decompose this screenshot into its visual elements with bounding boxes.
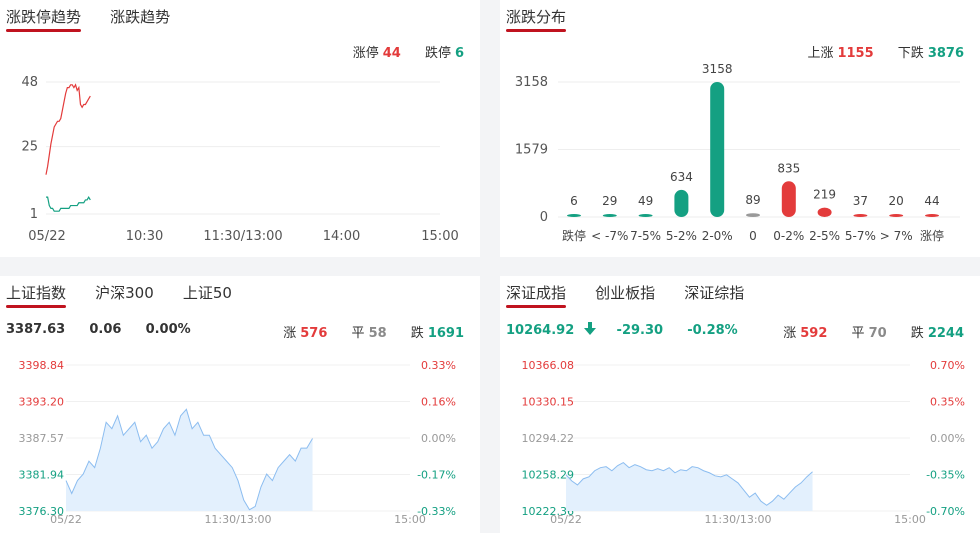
x-tick-label: 15:00 <box>421 229 458 244</box>
category-label: 5-7% <box>845 229 876 243</box>
x-tick-label: 11:30/13:00 <box>704 513 771 526</box>
index-area <box>66 409 313 511</box>
pct-tick-label: -0.35% <box>926 469 965 482</box>
bar-value-label: 634 <box>670 170 693 184</box>
distribution-bar <box>638 214 653 217</box>
y-tick-label: 1 <box>30 207 38 222</box>
pct-tick-label: 0.00% <box>421 432 456 445</box>
x-tick-label: 14:00 <box>323 229 360 244</box>
y-tick-label: 3381.94 <box>19 469 65 482</box>
pct-tick-label: 0.16% <box>421 396 456 409</box>
distribution-bar <box>853 214 868 217</box>
category-label: 0 <box>749 229 757 243</box>
distribution-bar <box>925 214 939 217</box>
distribution-panel: 涨跌分布 上涨 1155 下跌 3876 3158 1579 0 6 跌停 29 < -7% 49… <box>500 0 980 257</box>
category-label: 5-2% <box>666 229 697 243</box>
category-label: 0-2% <box>773 229 804 243</box>
sz-index-panel: 深证成指 创业板指 深证综指 10264.92 -29.30 -0.28% 涨5… <box>500 276 980 533</box>
series-line <box>46 195 91 212</box>
pct-tick-label: -0.17% <box>417 469 456 482</box>
pct-tick-label: 0.33% <box>421 359 456 372</box>
y-tick-label: 10366.08 <box>522 359 575 372</box>
x-tick-label: 05/22 <box>28 229 65 244</box>
y-tick-label: 3398.84 <box>19 359 65 372</box>
pct-tick-label: 0.70% <box>930 359 965 372</box>
limit-trend-panel: 涨跌停趋势 涨跌趋势 涨停 44 跌停 6 48 25 1 05/22 10:30 11:30… <box>0 0 480 257</box>
y-tick-label: 25 <box>21 140 38 155</box>
y-tick-label: 3387.57 <box>19 432 65 445</box>
distribution-bar <box>602 214 617 217</box>
bar-value-label: 835 <box>777 161 800 175</box>
category-label: 7-5% <box>630 229 661 243</box>
limit-trend-chart: 48 25 1 05/22 10:30 11:30/13:00 14:00 15:00 <box>21 75 458 244</box>
distribution-chart: 3158 1579 0 6 跌停 29 < -7% 49 7-5% 634 5-2% 3158 2-0%… <box>515 62 960 243</box>
distribution-bar <box>889 214 904 217</box>
bar-value-label: 89 <box>745 193 760 207</box>
y-tick-label: 3158 <box>515 75 548 90</box>
bar-value-label: 6 <box>570 194 578 208</box>
x-tick-label: 11:30/13:00 <box>203 229 282 244</box>
distribution-bar <box>567 214 581 217</box>
category-label: 2-5% <box>809 229 840 243</box>
pct-tick-label: 0.35% <box>930 396 965 409</box>
bar-value-label: 219 <box>813 188 836 202</box>
x-tick-label: 05/22 <box>550 513 582 526</box>
bar-value-label: 29 <box>602 194 617 208</box>
category-label: 2-0% <box>702 229 733 243</box>
sh-index-chart: 3398.84 0.33% 3393.20 0.16% 3387.57 0.00% 3381… <box>19 359 457 526</box>
distribution-bar <box>746 213 760 217</box>
category-label: > 7% <box>880 229 913 243</box>
category-label: 跌停 <box>562 228 586 243</box>
pct-tick-label: 0.00% <box>930 432 965 445</box>
bar-value-label: 20 <box>889 194 904 208</box>
x-tick-label: 10:30 <box>126 229 163 244</box>
sh-index-panel: 上证指数 沪深300 上证50 3387.63 0.06 0.00% 涨 576 … <box>0 276 480 533</box>
category-label: < -7% <box>591 229 628 243</box>
y-tick-label: 10330.15 <box>522 396 575 409</box>
bar-value-label: 37 <box>853 194 868 208</box>
index-area <box>566 462 813 511</box>
bar-value-label: 44 <box>924 194 939 208</box>
x-tick-label: 05/22 <box>50 513 82 526</box>
bar-value-label: 49 <box>638 194 653 208</box>
distribution-bar <box>781 181 796 217</box>
category-label: 涨停 <box>920 228 944 243</box>
bar-value-label: 3158 <box>702 62 733 76</box>
x-tick-label: 15:00 <box>394 513 426 526</box>
x-tick-label: 15:00 <box>894 513 926 526</box>
pct-tick-label: -0.70% <box>926 505 965 518</box>
sz-index-chart: 10366.08 0.70% 10330.15 0.35% 10294.22 0.00% 1… <box>522 359 966 526</box>
x-tick-label: 11:30/13:00 <box>204 513 271 526</box>
distribution-bar <box>710 82 725 217</box>
y-tick-label: 48 <box>21 75 38 90</box>
series-line <box>45 83 91 175</box>
y-tick-label: 0 <box>540 210 548 225</box>
y-tick-label: 10294.22 <box>522 432 575 445</box>
distribution-bar <box>674 189 689 217</box>
distribution-bar <box>817 207 832 217</box>
y-tick-label: 1579 <box>515 143 548 158</box>
y-tick-label: 3393.20 <box>19 396 65 409</box>
